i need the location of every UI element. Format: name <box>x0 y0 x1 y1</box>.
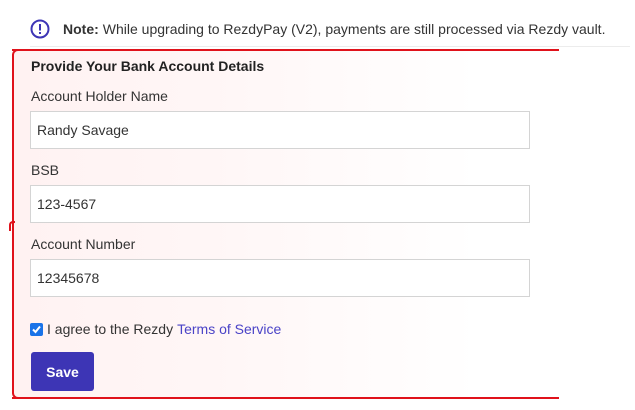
notice-text: Note: While upgrading to RezdyPay (V2), p… <box>63 21 605 37</box>
highlight-top-border <box>12 49 559 51</box>
divider <box>30 46 630 47</box>
account-number-label: Account Number <box>31 236 136 252</box>
account-number-input[interactable] <box>30 259 530 297</box>
info-circle-icon <box>30 19 50 39</box>
highlight-bottom-border <box>12 397 559 399</box>
terms-agreement: I agree to the Rezdy Terms of Service <box>30 321 281 337</box>
agree-checkbox[interactable] <box>30 322 43 336</box>
notice-message: While upgrading to RezdyPay (V2), paymen… <box>102 21 606 37</box>
terms-of-service-link[interactable]: Terms of Service <box>177 321 281 337</box>
account-holder-label: Account Holder Name <box>31 88 168 104</box>
account-holder-input[interactable] <box>30 111 530 149</box>
bsb-input[interactable] <box>30 185 530 223</box>
bsb-label: BSB <box>31 162 60 178</box>
checkmark-icon <box>32 325 41 333</box>
agree-text: I agree to the Rezdy <box>47 321 174 337</box>
form-heading: Provide Your Bank Account Details <box>31 58 265 74</box>
notice-banner: Note: While upgrading to RezdyPay (V2), p… <box>30 14 630 44</box>
save-button[interactable]: Save <box>31 352 94 391</box>
notice-label: Note: <box>63 21 99 37</box>
